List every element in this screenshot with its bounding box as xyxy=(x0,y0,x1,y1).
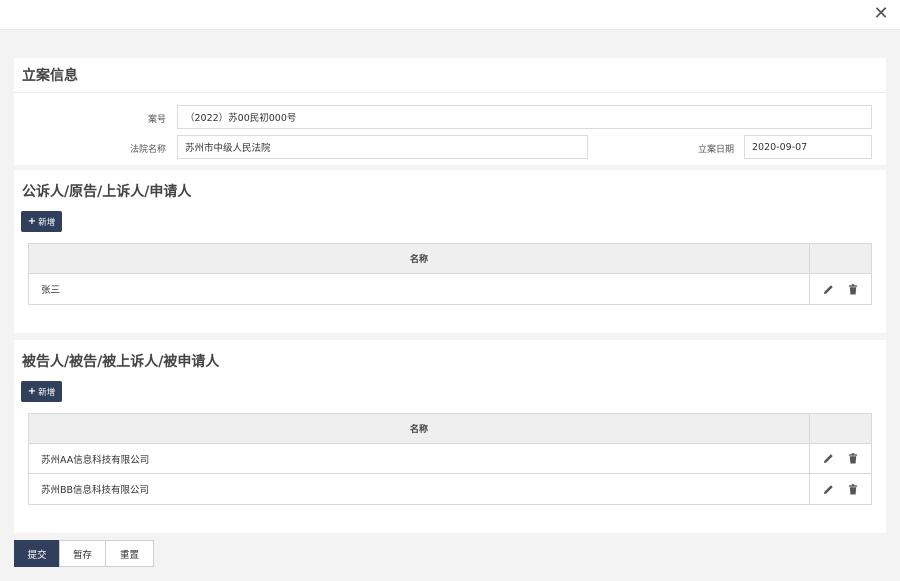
row-name: 苏州AA信息科技有限公司 xyxy=(29,444,810,473)
pencil-icon[interactable] xyxy=(823,453,835,465)
column-header-actions xyxy=(810,244,871,273)
table-header: 名称 xyxy=(29,414,871,444)
plus-icon: + xyxy=(27,215,37,227)
pencil-icon[interactable] xyxy=(823,483,835,495)
close-icon[interactable]: ✕ xyxy=(870,4,892,24)
pencil-icon[interactable] xyxy=(823,283,835,295)
trash-icon[interactable] xyxy=(847,453,859,465)
form-actions: 提交 暂存 重置 xyxy=(14,540,154,567)
defendants-title: 被告人/被告/被上诉人/被申请人 xyxy=(22,354,220,370)
row-name: 苏州BB信息科技有限公司 xyxy=(29,474,810,504)
column-header-name: 名称 xyxy=(29,414,810,443)
case-info-title: 立案信息 xyxy=(22,68,78,84)
case-info-panel: 立案信息 案号 （2022）苏00民初000号 法院名称 苏州市中级人民法院 立… xyxy=(14,58,886,165)
row-actions xyxy=(810,274,871,304)
plaintiffs-table: 名称 张三 xyxy=(28,243,872,305)
filing-date-field[interactable]: 2020-09-07 xyxy=(744,135,872,159)
add-defendant-button[interactable]: + 新增 xyxy=(21,381,62,402)
case-info-header: 立案信息 xyxy=(14,58,886,93)
column-header-name: 名称 xyxy=(29,244,810,273)
table-row: 苏州AA信息科技有限公司 xyxy=(29,444,871,474)
defendants-table: 名称 苏州AA信息科技有限公司 苏州BB信息科技有限公司 xyxy=(28,413,872,505)
plaintiffs-title: 公诉人/原告/上诉人/申请人 xyxy=(22,184,192,200)
reset-button[interactable]: 重置 xyxy=(105,540,154,567)
add-plaintiff-label: 新增 xyxy=(38,217,56,228)
case-number-field[interactable]: （2022）苏00民初000号 xyxy=(177,105,872,129)
save-draft-button[interactable]: 暂存 xyxy=(59,540,106,567)
court-name-label: 法院名称 xyxy=(129,145,166,155)
trash-icon[interactable] xyxy=(847,283,859,295)
trash-icon[interactable] xyxy=(847,483,859,495)
submit-button[interactable]: 提交 xyxy=(14,540,60,567)
case-number-label: 案号 xyxy=(147,115,166,125)
add-defendant-label: 新增 xyxy=(38,387,56,398)
plaintiffs-panel: 公诉人/原告/上诉人/申请人 + 新增 名称 张三 xyxy=(14,170,886,333)
court-name-field[interactable]: 苏州市中级人民法院 xyxy=(177,135,588,159)
row-actions xyxy=(810,474,871,504)
table-row: 张三 xyxy=(29,274,871,304)
dialog-header: ✕ xyxy=(0,0,900,30)
filing-date-label: 立案日期 xyxy=(697,145,734,155)
row-actions xyxy=(810,444,871,473)
row-name: 张三 xyxy=(29,274,810,304)
plus-icon: + xyxy=(27,385,37,397)
table-row: 苏州BB信息科技有限公司 xyxy=(29,474,871,504)
table-header: 名称 xyxy=(29,244,871,274)
defendants-panel: 被告人/被告/被上诉人/被申请人 + 新增 名称 苏州AA信息科技有限公司 苏州… xyxy=(14,340,886,533)
add-plaintiff-button[interactable]: + 新增 xyxy=(21,211,62,232)
column-header-actions xyxy=(810,414,871,443)
